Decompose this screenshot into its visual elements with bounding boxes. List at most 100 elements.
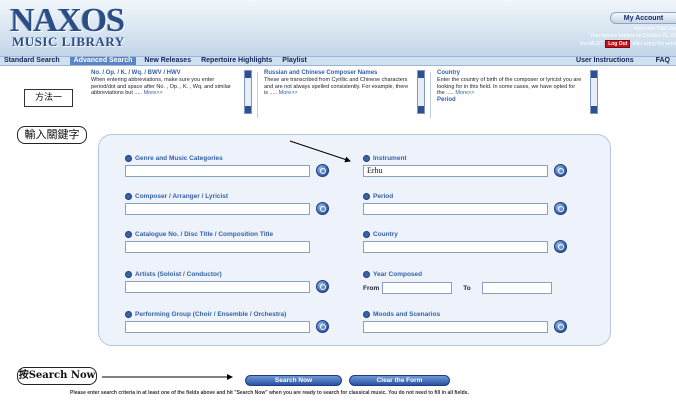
site-header: NAXOS MUSIC LIBRARY My Account Welcome T… [0,0,676,56]
composer-input[interactable] [125,203,310,215]
group-label-row: Performing Group (Choir / Ensemble / Orc… [125,311,286,318]
genre-browse-button[interactable] [316,164,329,177]
period-browse-button[interactable] [554,202,567,215]
licence-expiry-text: Your licence expires on October 31, 20 [590,33,676,39]
artists-browse-button[interactable] [316,280,329,293]
info-dot-icon[interactable] [125,231,132,238]
info-title-composer-names: Russian and Chinese Composer Names [264,70,378,76]
more-link-composer-names[interactable]: More>> [279,90,298,96]
instrument-label: Instrument [373,155,407,162]
scroll-down-arrow-icon[interactable] [245,106,251,113]
scroll-up-arrow-icon[interactable] [418,71,424,78]
nav-advanced-search[interactable]: Advanced Search [69,57,137,65]
more-link-abbreviations[interactable]: More>> [144,90,163,96]
nav-playlist[interactable]: Playlist [282,57,307,65]
logout-button[interactable]: Log Out [605,40,631,48]
search-now-button[interactable]: Search Now [245,375,342,386]
info-dot-icon[interactable] [363,193,370,200]
info-scrollbar-1[interactable] [244,70,252,114]
genre-input[interactable] [125,165,310,177]
logo-music-library[interactable]: MUSIC LIBRARY [12,35,125,49]
artists-label-row: Artists (Soloist / Conductor) [125,271,222,278]
info-scrollbar-3[interactable] [590,70,598,114]
country-browse-button[interactable] [554,240,567,253]
nav-right-group: User Instructions FAQ [572,57,676,65]
moods-browse-button[interactable] [554,320,567,333]
logo-naxos[interactable]: NAXOS [10,4,125,38]
nav-new-releases[interactable]: New Releases [144,57,191,65]
period-label: Period [373,193,394,200]
logout-line: You MUST Log Out after using the servi [579,40,676,48]
main-nav: Standard Search Advanced Search New Rele… [0,56,676,66]
callout-press-search-now: 按Search Now [17,367,97,385]
nav-standard-search[interactable]: Standard Search [4,57,60,65]
instrument-browse-button[interactable] [554,164,567,177]
nav-user-instructions[interactable]: User Instructions [576,57,634,65]
info-extra-period: Period [437,96,456,103]
logout-suffix: after using the servi [632,41,676,47]
advanced-search-panel: Genre and Music Categories Composer / Ar… [98,134,611,346]
group-label: Performing Group (Choir / Ensemble / Orc… [135,311,287,318]
info-dot-icon[interactable] [125,193,132,200]
moods-label: Moods and Scenarios [373,311,441,318]
year-to-label: To [463,284,471,292]
logout-prefix: You MUST [579,41,604,47]
composer-label: Composer / Arranger / Lyricist [135,193,229,200]
period-input[interactable] [363,203,548,215]
composer-browse-button[interactable] [316,202,329,215]
callout-press-prefix: 按 [18,370,29,381]
genre-label-row: Genre and Music Categories [125,155,223,162]
info-dot-icon[interactable] [125,155,132,162]
more-link-country[interactable]: More>> [455,90,474,96]
method-one-label: 方法一 [24,89,73,107]
info-scrollbar-2[interactable] [417,70,425,114]
composer-label-row: Composer / Arranger / Lyricist [125,193,228,200]
info-text-abbreviations: When entering abbreviations, make sure y… [91,77,237,97]
catalogue-label: Catalogue No. / Disc Title / Composition… [135,231,274,238]
country-input[interactable] [363,241,548,253]
catalogue-label-row: Catalogue No. / Disc Title / Composition… [125,231,273,238]
info-title-country: Country [437,70,460,76]
group-browse-button[interactable] [316,320,329,333]
catalogue-input[interactable] [125,241,310,253]
nav-faq[interactable]: FAQ [656,57,670,65]
info-divider [430,72,431,118]
callout-search-text: Search Now [28,370,96,381]
year-from-input[interactable] [382,282,453,294]
genre-label: Genre and Music Categories [135,155,223,162]
info-dot-icon[interactable] [125,271,132,278]
instrument-label-row: Instrument [363,155,407,162]
footer-instructions: Please enter search criteria in at least… [70,390,469,396]
year-from-label: From [363,284,380,292]
scroll-up-arrow-icon[interactable] [245,71,251,78]
period-label-row: Period [363,193,393,200]
artists-label: Artists (Soloist / Conductor) [135,271,222,278]
country-label: Country [373,231,398,238]
year-range-row: From To [363,282,552,294]
info-composer-names: Russian and Chinese Composer Names These… [264,70,410,120]
info-text-country: Enter the country of birth of the compos… [437,77,583,97]
my-account-button[interactable]: My Account [610,12,676,24]
year-to-input[interactable] [481,282,552,294]
scroll-down-arrow-icon[interactable] [418,106,424,113]
scroll-up-arrow-icon[interactable] [591,71,597,78]
artists-input[interactable] [125,281,310,293]
group-input[interactable] [125,321,310,333]
scroll-down-arrow-icon[interactable] [591,106,597,113]
year-label-row: Year Composed [363,271,422,278]
year-label: Year Composed [373,271,423,278]
info-title-abbreviations: No. / Op. / K. / Wq. / BWV / HWV [91,70,181,76]
nav-repertoire-highlights[interactable]: Repertoire Highlights [201,57,272,65]
moods-input[interactable] [363,321,548,333]
info-divider [257,72,258,118]
info-dot-icon[interactable] [363,311,370,318]
info-dot-icon[interactable] [363,155,370,162]
clear-form-button[interactable]: Clear the Form [349,375,450,386]
info-country: Country Enter the country of birth of th… [437,70,583,120]
moods-label-row: Moods and Scenarios [363,311,440,318]
info-dot-icon[interactable] [363,231,370,238]
info-abbreviations: No. / Op. / K. / Wq. / BWV / HWV When en… [91,70,237,120]
info-dot-icon[interactable] [363,271,370,278]
info-dot-icon[interactable] [125,311,132,318]
instrument-input[interactable]: Erhu [363,165,548,177]
